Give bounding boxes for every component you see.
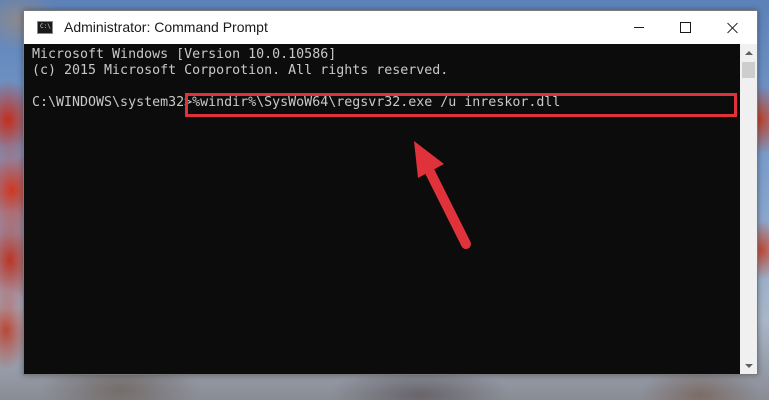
command-highlight-box [185, 93, 737, 117]
command-prompt-path: C:\WINDOWS\system32> [32, 95, 193, 110]
pointer-arrow-icon [414, 141, 471, 249]
close-button[interactable] [708, 11, 757, 44]
vertical-scrollbar[interactable] [740, 44, 757, 374]
maximize-icon [679, 22, 691, 33]
minimize-button[interactable] [616, 11, 662, 44]
minimize-icon [634, 27, 644, 28]
cmd-icon-text: C:\ [40, 23, 51, 30]
chevron-down-icon [744, 363, 753, 368]
scroll-down-button[interactable] [740, 357, 757, 374]
chevron-up-icon [744, 50, 753, 55]
window-title: Administrator: Command Prompt [64, 19, 268, 35]
cmd-icon: C:\ [37, 21, 53, 34]
maximize-button[interactable] [662, 11, 708, 44]
console-output[interactable]: Microsoft Windows [Version 10.0.10586] (… [24, 44, 740, 374]
console-line-copyright: (c) 2015 Microsoft Corporotion. All righ… [32, 63, 449, 78]
title-bar[interactable]: C:\ Administrator: Command Prompt [24, 11, 757, 44]
scroll-up-button[interactable] [740, 44, 757, 61]
close-icon [727, 22, 739, 34]
scroll-thumb[interactable] [742, 62, 755, 78]
command-prompt-window: C:\ Administrator: Command Prompt Micros… [23, 10, 758, 375]
console-line-version: Microsoft Windows [Version 10.0.10586] [32, 47, 337, 62]
